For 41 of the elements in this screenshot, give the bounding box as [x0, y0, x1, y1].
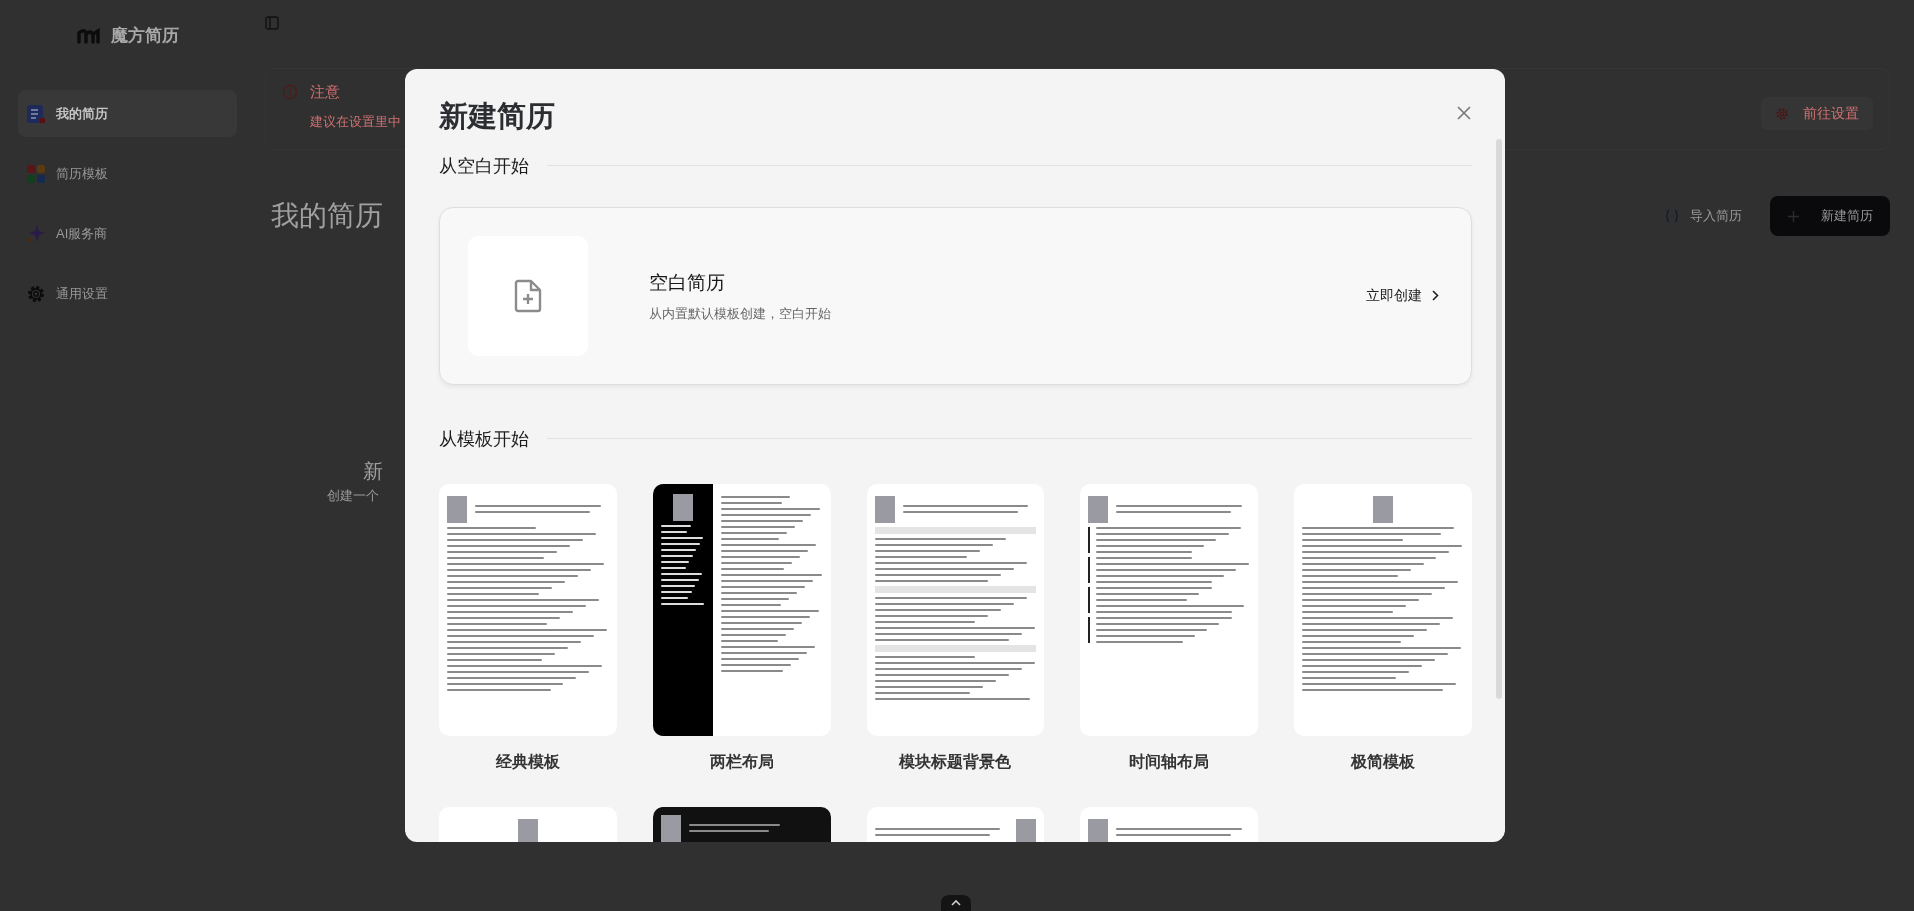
template-name: 两栏布局 [709, 751, 774, 772]
chevron-up-icon [950, 899, 962, 907]
section-heading: 从模板开始 [439, 426, 529, 451]
plus-icon [1787, 210, 1799, 222]
document-icon [26, 103, 46, 124]
template-name: 极简模板 [1351, 751, 1416, 772]
template-name: 经典模板 [495, 751, 560, 772]
braces-icon [1666, 209, 1678, 223]
sidebar-item[interactable]: 简历模板 [18, 150, 237, 197]
blank-resume-card[interactable]: 空白简历 从内置默认模板创建，空白开始 立即创建 [439, 206, 1472, 385]
template-preview-drawing[interactable] [652, 483, 831, 736]
import-button[interactable]: 导入简历 [1660, 205, 1748, 227]
alert-title: 注意 [310, 82, 341, 102]
sidebar-item[interactable]: 通用设置 [18, 270, 237, 317]
grid-icon [26, 163, 46, 184]
gear-icon [26, 283, 46, 304]
sidebar-item[interactable]: 我的简历 [18, 90, 237, 137]
alert-message: 建议在设置里中 [310, 112, 401, 131]
sidebar-item[interactable]: AI服务商 [18, 210, 237, 257]
new-resume-button[interactable]: 新建简历 [1770, 196, 1890, 236]
empty-state-title: 新 [363, 458, 384, 485]
template-name: 时间轴布局 [1129, 751, 1210, 772]
scrollbar[interactable] [1496, 139, 1502, 699]
gear-icon [1775, 106, 1789, 121]
chevron-right-icon [1432, 290, 1439, 302]
card-description: 从内置默认模板创建，空白开始 [649, 305, 831, 324]
dialog-title: 新建简历 [439, 99, 555, 134]
sidebar-toggle-icon[interactable] [265, 15, 279, 30]
create-now-link[interactable]: 立即创建 [1360, 284, 1445, 308]
template-name: 模块标题背景色 [899, 751, 1012, 772]
logo-text: 魔方简历 [110, 25, 179, 48]
file-plus-icon [514, 278, 542, 313]
card-title: 空白简历 [649, 269, 726, 295]
sparkle-icon [26, 223, 46, 244]
section-heading: 从空白开始 [439, 153, 529, 178]
page-title: 我的简历 [271, 199, 383, 233]
close-icon[interactable] [1456, 105, 1472, 121]
logo-icon [76, 28, 103, 44]
scroll-up-button[interactable] [941, 895, 971, 911]
alert-icon [282, 84, 298, 100]
settings-button[interactable]: 前往设置 [1761, 97, 1873, 130]
